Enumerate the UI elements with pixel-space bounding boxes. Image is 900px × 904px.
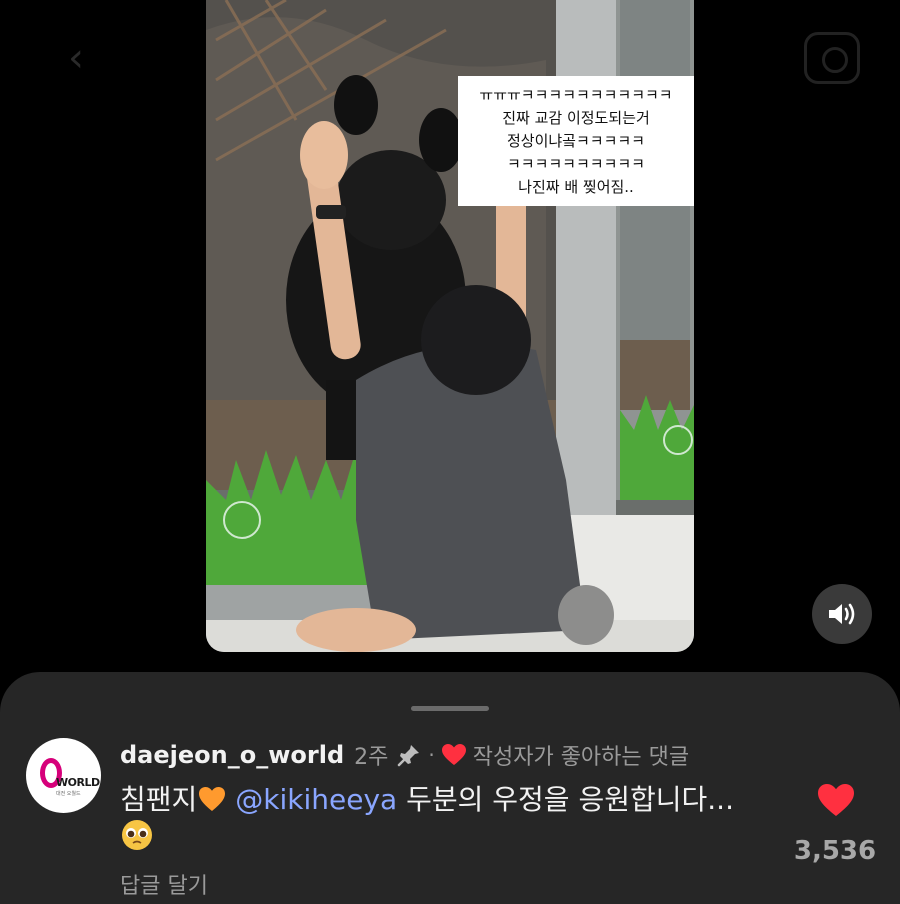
back-arrow-icon[interactable]: ‹ (68, 36, 112, 80)
like-count: 3,536 (793, 836, 877, 866)
meta-separator: · (428, 743, 435, 767)
caption-line-5: 나진짜 배 찢어짐.. (518, 178, 634, 196)
comment-text-start: 침팬지 (120, 783, 198, 816)
comments-sheet: WORLD 대전 오월드 daejeon_o_world 2주 · 작성자가 좋… (0, 672, 900, 904)
sheet-drag-handle[interactable] (411, 706, 489, 711)
pin-icon (396, 742, 422, 768)
comment-text-end: 두분의 우정을 응원합니다... (397, 783, 734, 816)
pleading-face-icon (122, 820, 152, 850)
caption-line-4: ㅋㅋㅋㅋㅋㅋㅋㅋㅋㅋ (506, 155, 645, 173)
comment-username[interactable]: daejeon_o_world (120, 741, 344, 769)
heart-filled-icon (818, 784, 854, 816)
caption-line-3: 정상이냐곸ㅋㅋㅋㅋㅋ (506, 132, 645, 150)
comment-time: 2주 (354, 745, 389, 770)
creator-heart-icon (441, 743, 467, 767)
volume-button[interactable] (812, 584, 872, 644)
speaker-on-icon (829, 603, 855, 625)
orange-heart-icon (199, 787, 226, 811)
like-button[interactable] (816, 782, 856, 818)
caption-line-1: ㅠㅠㅠㅋㅋㅋㅋㅋㅋㅋㅋㅋㅋㅋ (479, 86, 673, 104)
avatar-brand-text: WORLD (56, 776, 100, 789)
video-caption-overlay: ㅠㅠㅠㅋㅋㅋㅋㅋㅋㅋㅋㅋㅋㅋ 진짜 교감 이정도되는거 정상이냐곸ㅋㅋㅋㅋㅋ ㅋ… (458, 76, 694, 206)
reply-button[interactable]: 답글 달기 (120, 868, 208, 900)
mention-link[interactable]: @kikiheeya (235, 783, 397, 816)
avatar-tagline: 대전 오월드 (56, 791, 81, 797)
creator-liked-label: 작성자가 좋아하는 댓글 (472, 745, 690, 770)
camera-icon[interactable] (804, 32, 860, 84)
caption-line-2: 진짜 교감 이정도되는거 (502, 109, 650, 127)
comment-body: 침팬지 @kikiheeya 두분의 우정을 응원합니다... (120, 782, 750, 855)
avatar[interactable]: WORLD 대전 오월드 (26, 738, 101, 813)
comment-meta: daejeon_o_world 2주 · 작성자가 좋아하는 댓글 (120, 738, 689, 772)
reel-screen: ‹ ㅠㅠㅠㅋㅋㅋㅋㅋㅋㅋㅋㅋㅋㅋ 진짜 교감 이정도되는거 정상이냐곸ㅋㅋㅋㅋㅋ… (0, 0, 900, 904)
